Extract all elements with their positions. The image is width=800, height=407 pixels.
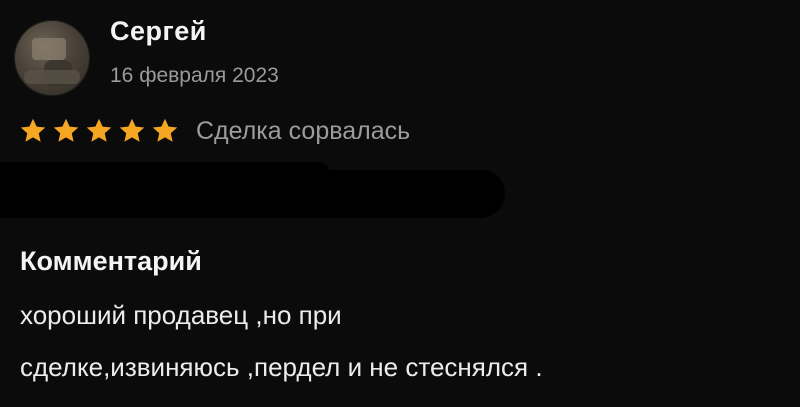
star-icon [84, 116, 114, 146]
star-icon [117, 116, 147, 146]
star-icon [51, 116, 81, 146]
redaction-mark [0, 170, 505, 218]
author-name[interactable]: Сергей [110, 16, 207, 47]
comment-heading: Комментарий [20, 246, 202, 276]
star-icon [150, 116, 180, 146]
comment-text-line: хороший продавец ,но при [20, 300, 342, 330]
avatar-photo-detail [24, 70, 80, 84]
deal-status: Сделка сорвалась [196, 116, 411, 145]
comment-text-line: сделке,извиняюсь ,пердел и не стеснялся … [20, 352, 543, 382]
star-rating [18, 116, 180, 146]
rating-row: Сделка сорвалась [18, 114, 410, 148]
review-card: Сергей 16 февраля 2023 Сделка сорвалась … [0, 0, 800, 407]
review-date: 16 февраля 2023 [110, 64, 279, 87]
avatar-photo-detail [32, 38, 66, 60]
star-icon [18, 116, 48, 146]
avatar[interactable] [14, 20, 90, 96]
